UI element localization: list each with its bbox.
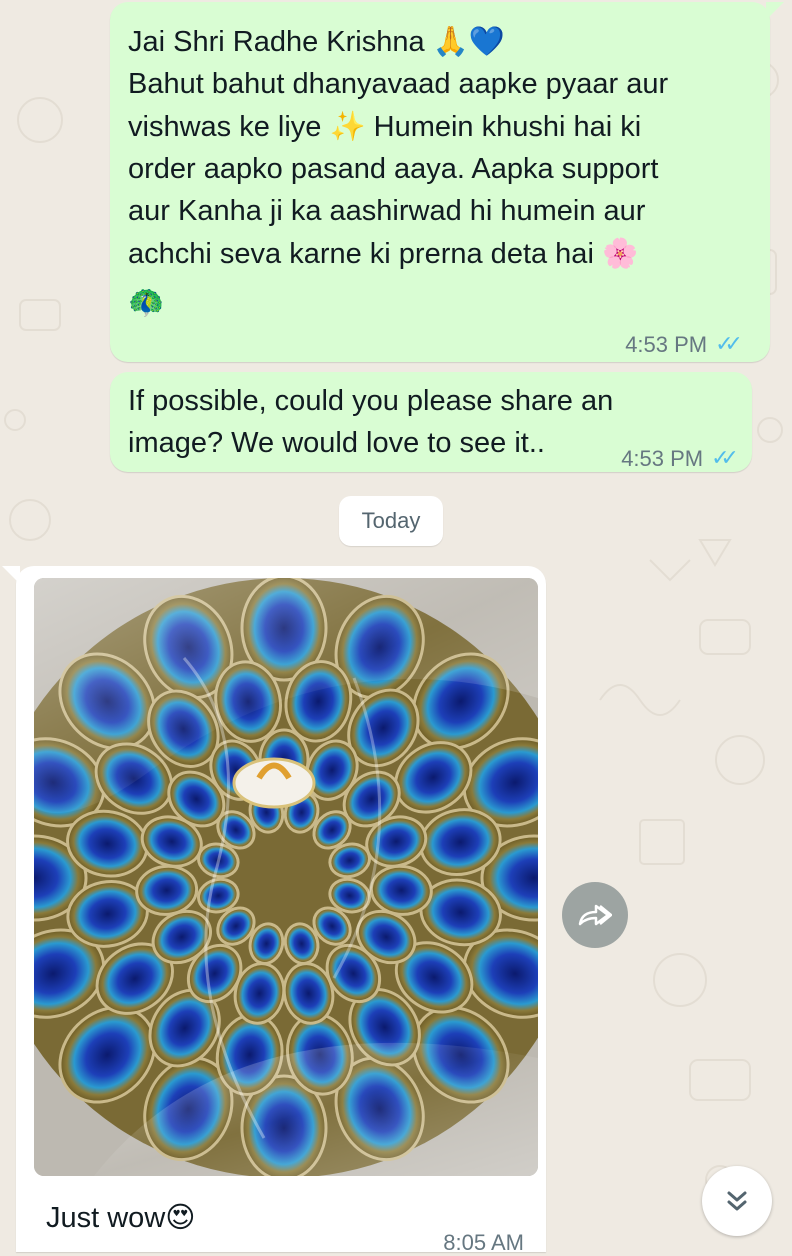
message-caption: Just wow😍 bbox=[46, 1200, 196, 1234]
message-time: 4:53 PM bbox=[625, 332, 708, 357]
message-line: order aapko pasand aaya. Aapka support bbox=[128, 153, 659, 185]
message-line: Bahut bahut dhanyavaad aapke pyaar aur bbox=[128, 68, 669, 100]
message-line: aur Kanha ji ka aashirwad hi humein aur bbox=[128, 195, 646, 227]
message-meta: 4:53 PM ✓✓ bbox=[621, 438, 739, 480]
outgoing-message-2[interactable]: If possible, could you please share an i… bbox=[110, 372, 752, 472]
forward-button[interactable] bbox=[562, 882, 628, 948]
message-line: 🦚 bbox=[128, 281, 668, 324]
message-time: 4:53 PM bbox=[621, 446, 704, 471]
date-chip: Today bbox=[339, 496, 443, 546]
message-meta: 4:53 PM ✓✓ bbox=[625, 324, 743, 366]
cherry-blossom-emoji: 🌸 bbox=[601, 236, 639, 270]
peacock-emoji: 🦚 bbox=[128, 285, 165, 319]
message-line: image? We would love to see it.. bbox=[128, 427, 545, 459]
peacock-mandala-image bbox=[34, 578, 538, 1176]
message-line: vishwas ke liye ✨ Humein khushi hai ki bbox=[128, 105, 668, 148]
message-time: 8:05 AM bbox=[443, 1230, 524, 1255]
forward-icon bbox=[578, 904, 612, 926]
message-line: achchi seva karne ki prerna deta hai 🌸 bbox=[128, 232, 668, 275]
scroll-to-bottom-button[interactable] bbox=[702, 1166, 772, 1236]
outgoing-message-1[interactable]: Jai Shri Radhe Krishna 🙏💙 Bahut bahut dh… bbox=[110, 2, 784, 362]
praying-hands-blue-heart-emoji: 🙏💙 bbox=[432, 24, 505, 58]
message-line: Jai Shri Radhe Krishna 🙏💙 bbox=[128, 20, 668, 63]
double-check-read-icon: ✓✓ bbox=[711, 446, 739, 471]
sparkles-emoji: ✨ bbox=[329, 109, 366, 143]
incoming-image-message[interactable]: Just wow😍 8:05 AM bbox=[2, 566, 546, 1255]
chevron-double-down-icon bbox=[727, 1191, 747, 1211]
heart-eyes-emoji: 😍 bbox=[165, 1200, 196, 1234]
double-check-read-icon: ✓✓ bbox=[715, 332, 743, 357]
message-line: If possible, could you please share an bbox=[128, 385, 614, 417]
peacock-mandala-photo[interactable] bbox=[34, 578, 538, 1176]
